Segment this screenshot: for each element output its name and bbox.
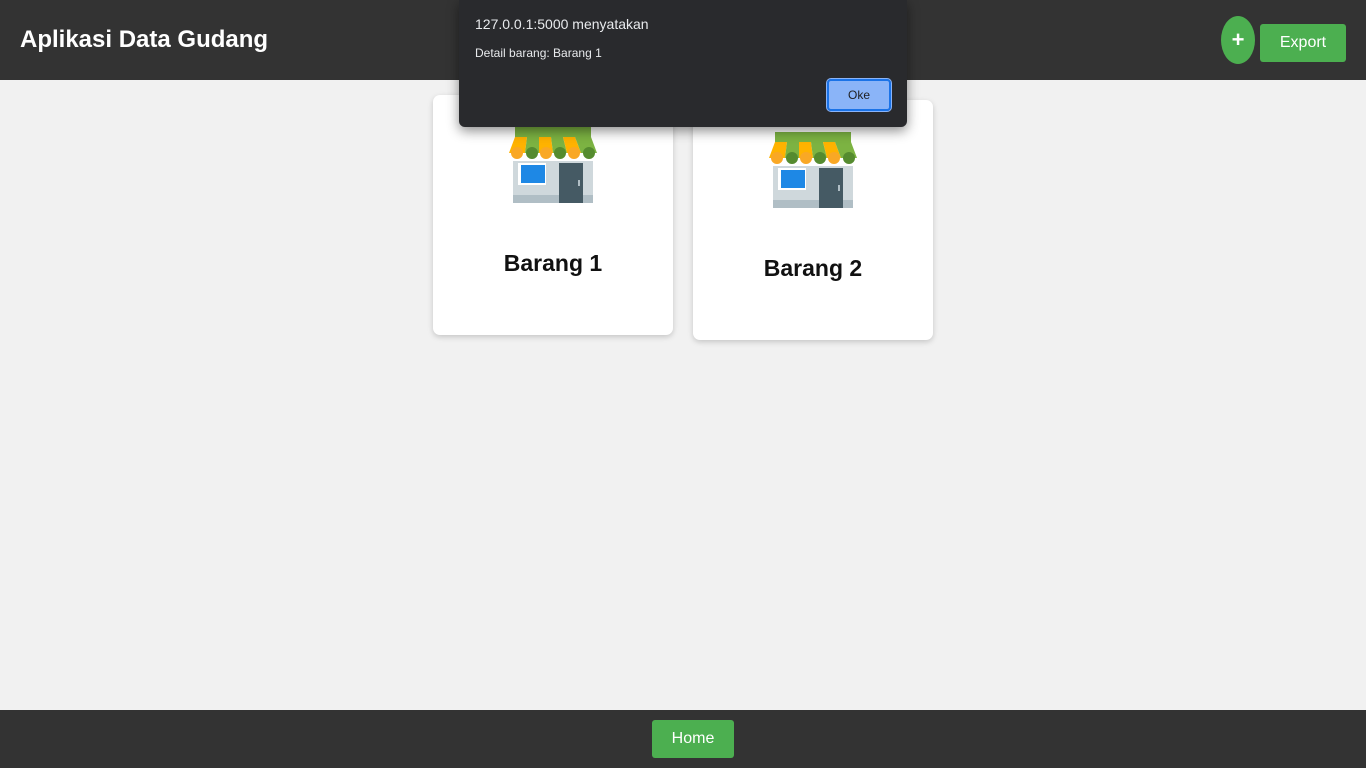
store-icon [509,127,597,203]
item-card[interactable]: Barang 1 [433,95,673,335]
card-title: Barang 1 [503,250,603,276]
dialog-origin: 127.0.0.1:5000 menyatakan [475,16,649,32]
dialog-message: Detail barang: Barang 1 [475,46,602,60]
home-button[interactable]: Home [652,720,734,758]
store-icon [769,132,857,208]
add-item-button[interactable]: + [1221,16,1255,64]
app-footer: Home [0,710,1366,768]
app-title: Aplikasi Data Gudang [20,26,269,53]
item-card[interactable]: Barang 2 [693,100,933,340]
export-button[interactable]: Export [1260,24,1346,62]
alert-dialog: 127.0.0.1:5000 menyatakan Detail barang:… [459,0,907,127]
card-title: Barang 2 [763,255,863,281]
ok-button[interactable]: Oke [826,78,892,112]
